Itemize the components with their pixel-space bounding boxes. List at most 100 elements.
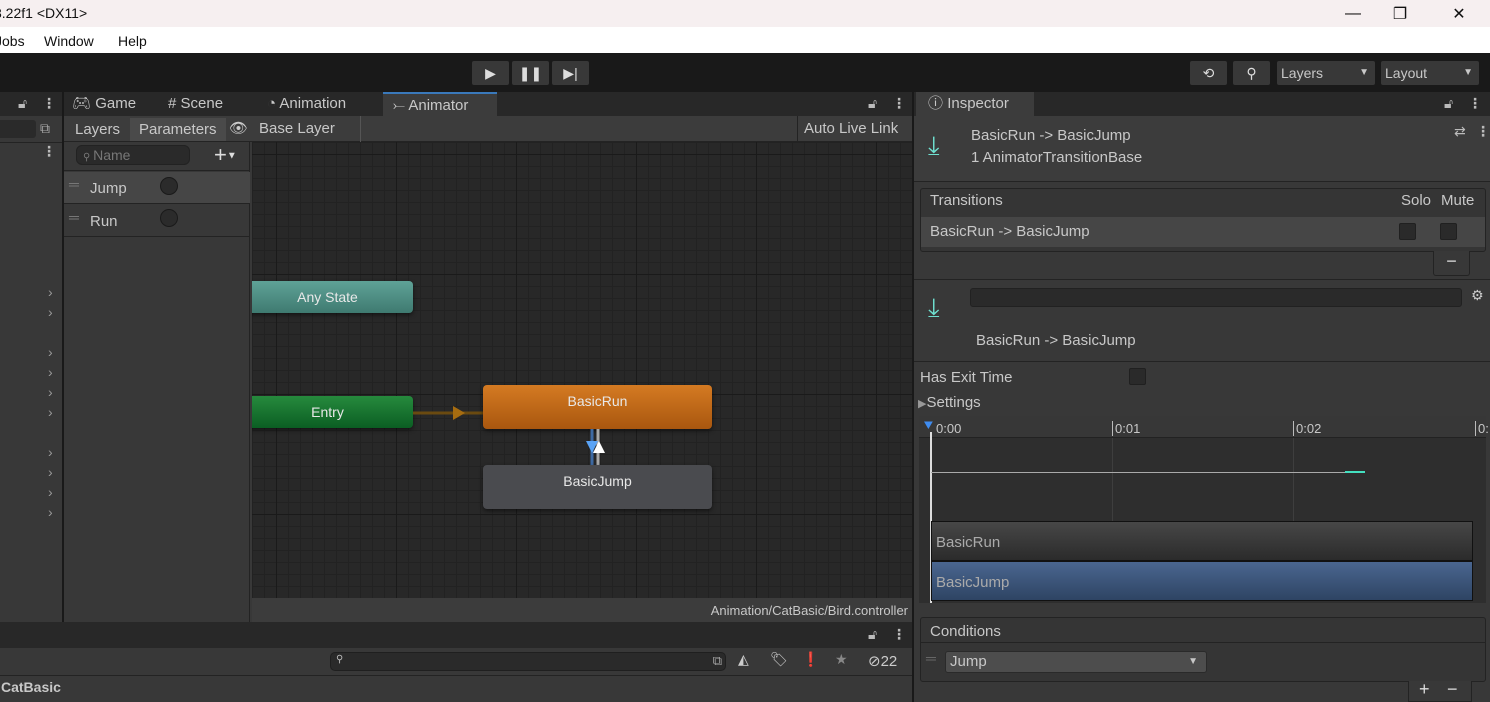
- drag-handle-icon[interactable]: ═: [69, 209, 79, 225]
- pause-button[interactable]: ❚❚: [512, 61, 549, 85]
- presets-icon[interactable]: ⇄: [1454, 123, 1466, 140]
- trigger-radio[interactable]: [160, 209, 178, 227]
- condition-parameter-dropdown[interactable]: Jump ▼: [945, 651, 1207, 673]
- parameter-row-run[interactable]: ═ Run: [64, 205, 250, 237]
- expand-chevron-icon[interactable]: ›: [48, 284, 53, 300]
- transition-row[interactable]: BasicRun -> BasicJump: [921, 217, 1485, 247]
- lock-icon[interactable]: 🔓︎: [18, 95, 27, 112]
- breadcrumb[interactable]: Base Layer: [251, 116, 361, 142]
- lock-icon[interactable]: 🔓︎: [1444, 95, 1453, 112]
- remove-condition-button[interactable]: −: [1447, 679, 1458, 700]
- expand-chevron-icon[interactable]: ›: [48, 464, 53, 480]
- filter-by-label-icon[interactable]: 🏷︎: [770, 651, 788, 668]
- tab-label: Animation: [279, 95, 347, 112]
- remove-transition-button[interactable]: −: [1433, 251, 1470, 276]
- eye-icon[interactable]: 👁︎: [229, 119, 248, 137]
- search-button[interactable]: ⚲: [1233, 61, 1270, 85]
- node-any-state[interactable]: Any State: [252, 281, 413, 313]
- parameters-tab[interactable]: Parameters: [130, 118, 226, 141]
- add-condition-button[interactable]: +: [1419, 679, 1430, 700]
- layers-tab[interactable]: Layers: [68, 118, 130, 141]
- transition-timeline[interactable]: 0:00 0:01 0:02 0: ⯆ BasicRun BasicJump: [919, 416, 1489, 603]
- layers-dropdown[interactable]: Layers ▼: [1277, 61, 1375, 85]
- expand-chevron-icon[interactable]: ›: [48, 444, 53, 460]
- expand-chevron-icon[interactable]: ›: [48, 364, 53, 380]
- menu-help[interactable]: Help: [118, 33, 147, 49]
- tab-label: Scene: [180, 95, 224, 112]
- timeline-tick: 0:00: [936, 421, 962, 436]
- window-title: 3.22f1 <DX11>: [0, 5, 88, 21]
- menu-window[interactable]: Window: [44, 33, 94, 49]
- mute-checkbox[interactable]: [1440, 223, 1457, 240]
- close-button[interactable]: ✕: [1436, 0, 1482, 27]
- add-parameter-button[interactable]: +▼: [214, 142, 237, 168]
- hierarchy-search[interactable]: [0, 120, 36, 138]
- inspector-subtitle: 1 AnimatorTransitionBase: [971, 149, 1143, 166]
- minimize-button[interactable]: —: [1330, 0, 1376, 27]
- more-icon[interactable]: ⋮: [42, 143, 56, 160]
- transition-curve: [931, 472, 1349, 473]
- step-icon: ▶|: [563, 64, 578, 81]
- tab-game[interactable]: 🎮︎ Game: [72, 92, 136, 116]
- filter-by-type-icon[interactable]: ◭: [738, 651, 749, 668]
- history-button[interactable]: ⟲: [1190, 61, 1227, 85]
- expand-chevron-icon[interactable]: ›: [48, 344, 53, 360]
- maximize-button[interactable]: ❐: [1377, 0, 1423, 27]
- warning-icon[interactable]: ❗: [802, 651, 819, 668]
- drag-handle-icon[interactable]: ═: [926, 650, 936, 666]
- auto-live-link-button[interactable]: Auto Live Link: [797, 116, 912, 142]
- node-basic-run[interactable]: BasicRun: [483, 385, 712, 429]
- transition-name-input[interactable]: [970, 288, 1462, 307]
- node-basic-jump[interactable]: BasicJump: [483, 465, 712, 509]
- expand-chevron-icon[interactable]: ›: [48, 404, 53, 420]
- info-icon: ⓘ: [928, 95, 944, 112]
- solo-checkbox[interactable]: [1399, 223, 1416, 240]
- timeline-tick: 0:01: [1112, 421, 1140, 436]
- more-icon[interactable]: ⋮: [42, 95, 56, 112]
- hidden-packages-toggle[interactable]: ⊘22: [868, 652, 897, 670]
- trigger-radio[interactable]: [160, 177, 178, 195]
- search-toggle-icon[interactable]: ⧉: [713, 653, 722, 669]
- parameter-search-input[interactable]: ⚲ Name: [76, 145, 190, 165]
- folder-breadcrumb[interactable]: CatBasic: [1, 679, 61, 695]
- lock-icon[interactable]: 🔓︎: [868, 626, 877, 643]
- more-icon[interactable]: ⋮: [1476, 123, 1490, 140]
- has-exit-time-checkbox[interactable]: [1129, 368, 1146, 385]
- tab-scene[interactable]: # Scene: [168, 92, 223, 116]
- transition-arrows[interactable]: [582, 429, 607, 465]
- parameter-name: Run: [90, 213, 118, 230]
- lock-icon[interactable]: 🔓︎: [868, 95, 877, 112]
- expand-chevron-icon[interactable]: ›: [48, 504, 53, 520]
- menu-jobs[interactable]: Jobs: [0, 33, 25, 49]
- state-machine-graph[interactable]: Any State Entry BasicRun BasicJump: [252, 142, 912, 598]
- play-button[interactable]: ▶: [472, 61, 509, 85]
- layout-dropdown[interactable]: Layout ▼: [1381, 61, 1479, 85]
- more-icon[interactable]: ⋮: [892, 626, 906, 643]
- solo-header: Solo: [1401, 192, 1432, 209]
- expand-chevron-icon[interactable]: ›: [48, 384, 53, 400]
- pause-icon: ❚❚: [518, 64, 543, 81]
- timeline-track-basic-run[interactable]: BasicRun: [931, 521, 1473, 561]
- entry-transition-arrow[interactable]: [413, 402, 483, 422]
- conditions-header: Conditions: [930, 623, 1001, 640]
- project-search-input[interactable]: ⚲ ⧉: [330, 652, 726, 671]
- playhead-marker-icon[interactable]: ⯆: [922, 418, 935, 436]
- expand-chevron-icon[interactable]: ›: [48, 484, 53, 500]
- settings-foldout[interactable]: ▶Settings: [918, 394, 981, 411]
- node-entry[interactable]: Entry: [252, 396, 413, 428]
- tab-animation[interactable]: ◔ Animation: [267, 92, 346, 116]
- tab-inspector[interactable]: ⓘ Inspector: [916, 92, 1034, 116]
- tab-animator[interactable]: ⤚ Animator: [383, 92, 497, 116]
- parameter-row-jump[interactable]: ═ Jump: [64, 172, 250, 204]
- more-icon[interactable]: ⋮: [1468, 95, 1482, 112]
- step-button[interactable]: ▶|: [552, 61, 589, 85]
- transition-row-label: BasicRun -> BasicJump: [930, 223, 1090, 240]
- favorites-star-icon[interactable]: ★: [835, 651, 848, 668]
- history-icon: ⟲: [1202, 64, 1215, 81]
- drag-handle-icon[interactable]: ═: [69, 176, 79, 192]
- timeline-track-basic-jump[interactable]: BasicJump: [931, 561, 1473, 601]
- more-icon[interactable]: ⋮: [892, 95, 906, 112]
- expand-chevron-icon[interactable]: ›: [48, 304, 53, 320]
- search-toggle-icon[interactable]: ⧉: [40, 120, 50, 137]
- gear-icon[interactable]: ⚙: [1471, 287, 1484, 304]
